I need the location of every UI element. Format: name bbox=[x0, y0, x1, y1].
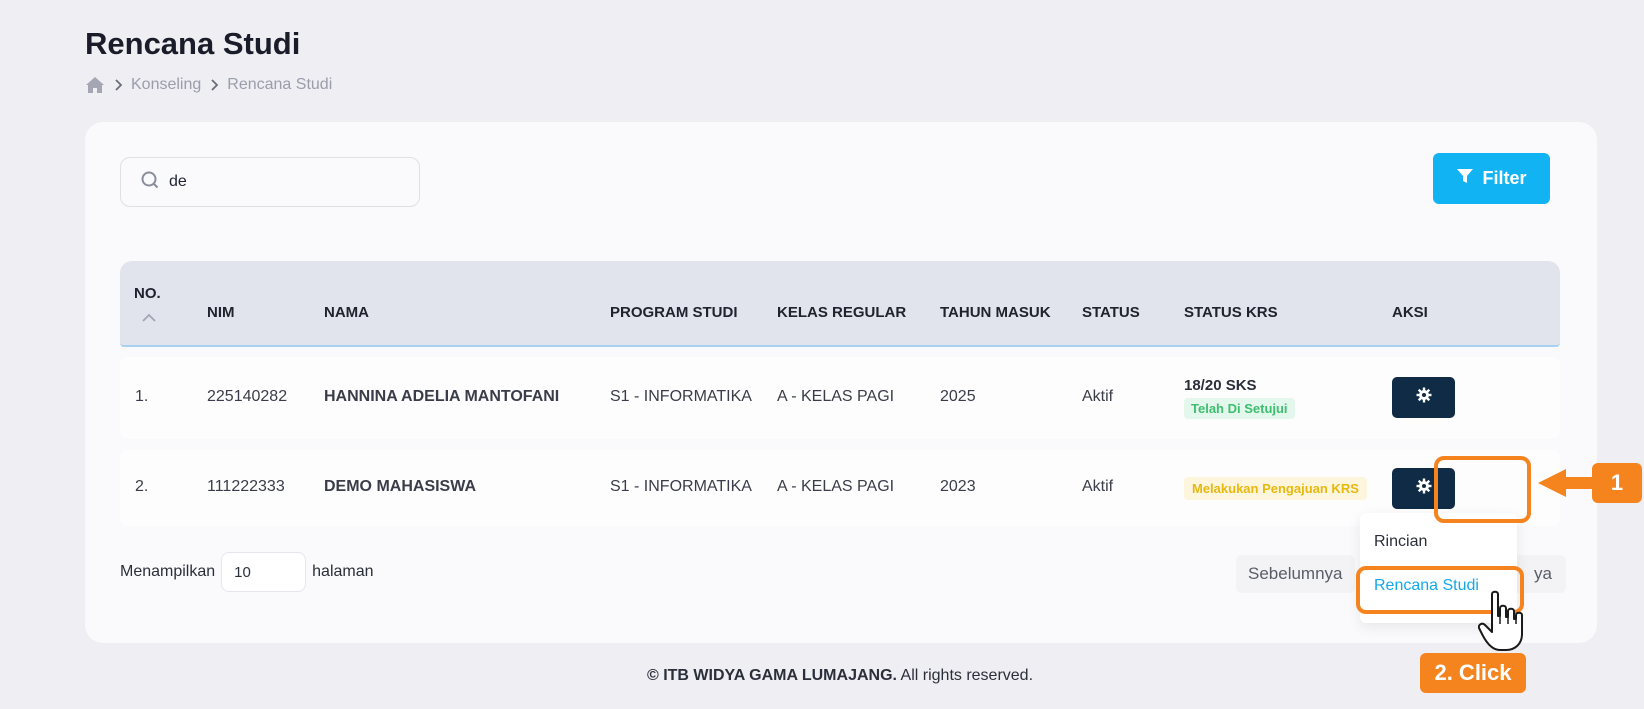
cell-nim: 111222333 bbox=[207, 478, 285, 495]
col-header-tahun: TAHUN MASUK bbox=[940, 304, 1051, 321]
col-header-aksi: AKSI bbox=[1392, 304, 1428, 321]
krs-sks: 18/20 SKS bbox=[1184, 377, 1257, 394]
menu-item-rincian[interactable]: Rincian bbox=[1374, 533, 1427, 551]
status-badge-pending: Melakukan Pengajuan KRS bbox=[1184, 477, 1367, 500]
cell-no: 1. bbox=[135, 388, 149, 405]
status-badge-approved: Telah Di Setujui bbox=[1184, 398, 1295, 419]
page-label: halaman bbox=[312, 563, 374, 580]
cell-status: Aktif bbox=[1082, 388, 1114, 405]
copyright-footer: © ITB WIDYA GAMA LUMAJANG. All rights re… bbox=[0, 667, 1644, 685]
chevron-right-icon bbox=[209, 79, 219, 91]
chevron-right-icon bbox=[113, 79, 123, 91]
col-header-nama: NAMA bbox=[324, 304, 369, 321]
arrow-left-icon bbox=[1538, 463, 1596, 508]
page-size-control: Menampilkan halaman bbox=[120, 552, 374, 592]
row-action-button[interactable] bbox=[1392, 377, 1455, 418]
prev-page-button[interactable]: Sebelumnya bbox=[1236, 555, 1355, 593]
home-icon[interactable] bbox=[85, 76, 105, 94]
step-badge: 1 bbox=[1592, 463, 1642, 503]
col-header-no[interactable]: NO. bbox=[134, 285, 161, 302]
gear-icon bbox=[1416, 387, 1432, 408]
cell-nama: HANNINA ADELIA MANTOFANI bbox=[324, 388, 560, 405]
search-input[interactable] bbox=[169, 173, 399, 191]
hand-pointer-icon bbox=[1477, 590, 1526, 657]
table-row: 2. 111222333 DEMO MAHASISWA S1 - INFORMA… bbox=[120, 450, 1560, 526]
cell-tahun: 2025 bbox=[940, 388, 976, 405]
filter-button[interactable]: Filter bbox=[1433, 153, 1550, 204]
cell-nim: 225140282 bbox=[207, 388, 288, 405]
cell-kelas: A - KELAS PAGI bbox=[777, 388, 895, 405]
cell-prodi: S1 - INFORMATIKA bbox=[610, 388, 752, 405]
table-row: 1. 225140282 HANNINA ADELIA MANTOFANI S1… bbox=[120, 357, 1560, 439]
filter-icon bbox=[1456, 168, 1474, 189]
cell-kelas: A - KELAS PAGI bbox=[777, 478, 895, 495]
page-title: Rencana Studi bbox=[85, 26, 301, 61]
col-header-status-krs: STATUS KRS bbox=[1184, 304, 1278, 321]
sort-up-icon[interactable] bbox=[142, 309, 156, 327]
copyright-org: © ITB WIDYA GAMA LUMAJANG. bbox=[646, 667, 897, 684]
gear-icon bbox=[1416, 478, 1432, 499]
breadcrumb-item-current: Rencana Studi bbox=[227, 76, 333, 93]
breadcrumb-item-konseling[interactable]: Konseling bbox=[131, 76, 201, 94]
cell-prodi: S1 - INFORMATIKA bbox=[610, 478, 752, 495]
cell-no: 2. bbox=[135, 478, 149, 495]
cell-nama: DEMO MAHASISWA bbox=[324, 478, 476, 495]
breadcrumb: Konseling Rencana Studi bbox=[85, 76, 332, 94]
filter-label: Filter bbox=[1482, 168, 1527, 188]
col-header-status: STATUS bbox=[1082, 304, 1140, 321]
col-header-nim: NIM bbox=[207, 304, 235, 321]
pagination: Sebelumnya bbox=[1236, 555, 1355, 593]
search-icon bbox=[141, 171, 159, 194]
search-box[interactable] bbox=[120, 157, 420, 207]
cell-status: Aktif bbox=[1082, 478, 1114, 495]
cell-tahun: 2023 bbox=[940, 478, 976, 495]
col-header-prodi: PROGRAM STUDI bbox=[610, 304, 738, 321]
show-label: Menampilkan bbox=[120, 563, 216, 580]
copyright-text: All rights reserved. bbox=[896, 667, 1034, 684]
per-page-input[interactable] bbox=[221, 552, 307, 592]
highlight-box-action bbox=[1434, 456, 1531, 523]
table-header: NO. NIM NAMA PROGRAM STUDI KELAS REGULAR… bbox=[120, 261, 1560, 347]
col-header-kelas: KELAS REGULAR bbox=[777, 304, 907, 321]
